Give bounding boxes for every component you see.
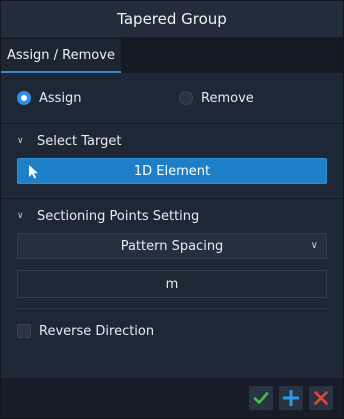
- reverse-direction-row[interactable]: Reverse Direction: [17, 309, 327, 353]
- chevron-down-icon: ∨: [310, 240, 318, 251]
- action-bar: [1, 378, 343, 418]
- spacing-type-dropdown[interactable]: Pattern Spacing ∨: [17, 233, 327, 259]
- plus-icon: [283, 390, 299, 406]
- remove-radio-label: Remove: [201, 90, 254, 106]
- assign-radio-label: Assign: [39, 90, 82, 106]
- panel-title-text: Tapered Group: [117, 10, 227, 28]
- radio-unchecked-icon: [179, 91, 193, 105]
- spacing-input[interactable]: m: [17, 270, 327, 298]
- reverse-direction-label: Reverse Direction: [39, 323, 155, 339]
- select-target-title: Select Target: [37, 133, 122, 149]
- sectioning-section: ∨ Sectioning Points Setting Pattern Spac…: [1, 199, 343, 353]
- select-target-section: ∨ Select Target 1D Element: [1, 124, 343, 198]
- mode-radio-group: Assign Remove: [17, 73, 327, 123]
- mode-section: Assign Remove: [1, 73, 343, 123]
- select-1d-element-button[interactable]: 1D Element: [17, 158, 327, 184]
- tab-bar: Assign / Remove: [1, 38, 343, 73]
- check-icon: [253, 392, 269, 404]
- close-button[interactable]: [309, 386, 333, 410]
- close-icon: [314, 391, 328, 405]
- cursor-arrow-icon: [29, 165, 38, 179]
- assign-radio[interactable]: Assign: [17, 91, 82, 106]
- spacing-type-value: Pattern Spacing: [120, 238, 224, 254]
- tab-assign-remove-label: Assign / Remove: [7, 47, 115, 63]
- select-1d-element-label: 1D Element: [133, 163, 211, 179]
- radio-checked-icon: [17, 91, 31, 105]
- tab-assign-remove[interactable]: Assign / Remove: [1, 39, 121, 73]
- remove-radio[interactable]: Remove: [179, 91, 254, 106]
- add-button[interactable]: [279, 386, 303, 410]
- tapered-group-panel: Tapered Group Assign / Remove Assign Rem…: [0, 0, 344, 419]
- select-target-header[interactable]: ∨ Select Target: [17, 124, 327, 158]
- chevron-down-icon: ∨: [17, 211, 24, 221]
- reverse-direction-checkbox[interactable]: [17, 324, 31, 338]
- sectioning-header[interactable]: ∨ Sectioning Points Setting: [17, 199, 327, 233]
- spacing-input-unit: m: [165, 276, 179, 292]
- apply-button[interactable]: [249, 386, 273, 410]
- panel-title: Tapered Group: [1, 1, 343, 38]
- chevron-down-icon: ∨: [17, 136, 24, 146]
- sectioning-title: Sectioning Points Setting: [37, 208, 200, 224]
